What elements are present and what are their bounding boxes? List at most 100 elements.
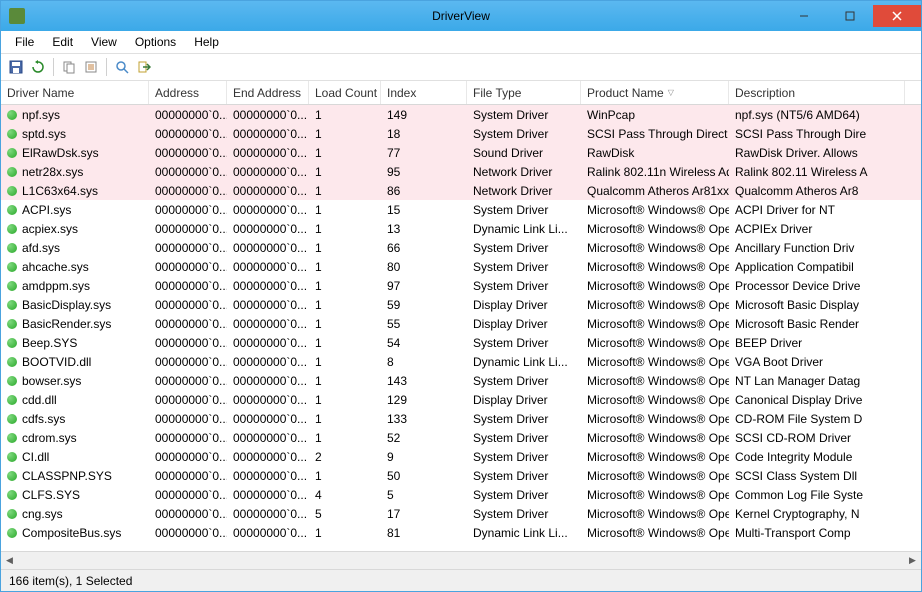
table-row[interactable]: CompositeBus.sys00000000`0...00000000`0.… bbox=[1, 523, 921, 542]
driver-status-icon bbox=[7, 186, 17, 196]
table-row[interactable]: ACPI.sys00000000`0...00000000`0...115Sys… bbox=[1, 200, 921, 219]
minimize-button[interactable] bbox=[781, 5, 827, 27]
cell: Beep.SYS bbox=[1, 334, 149, 352]
menu-file[interactable]: File bbox=[7, 33, 42, 51]
cell: Microsoft® Windows® Oper... bbox=[581, 296, 729, 314]
scroll-left-icon[interactable]: ◀ bbox=[1, 552, 18, 569]
cell: cdd.dll bbox=[1, 391, 149, 409]
cell: Microsoft® Windows® Oper... bbox=[581, 467, 729, 485]
cell: 00000000`0... bbox=[149, 429, 227, 447]
table-row[interactable]: BasicRender.sys00000000`0...00000000`0..… bbox=[1, 314, 921, 333]
table-row[interactable]: ahcache.sys00000000`0...00000000`0...180… bbox=[1, 257, 921, 276]
table-row[interactable]: cng.sys00000000`0...00000000`0...517Syst… bbox=[1, 504, 921, 523]
cell: Microsoft® Windows® Oper... bbox=[581, 448, 729, 466]
table-row[interactable]: sptd.sys00000000`0...00000000`0...118Sys… bbox=[1, 124, 921, 143]
col-product-name[interactable]: Product Name▽ bbox=[581, 81, 729, 104]
find-icon[interactable] bbox=[113, 58, 131, 76]
table-row[interactable]: CLASSPNP.SYS00000000`0...00000000`0...15… bbox=[1, 466, 921, 485]
cell: 00000000`0... bbox=[227, 467, 309, 485]
cell: Microsoft® Windows® Oper... bbox=[581, 391, 729, 409]
cell: 00000000`0... bbox=[149, 201, 227, 219]
horizontal-scrollbar[interactable]: ◀ ▶ bbox=[1, 551, 921, 569]
table-row[interactable]: npf.sys00000000`0...00000000`0...1149Sys… bbox=[1, 105, 921, 124]
copy-icon[interactable] bbox=[60, 58, 78, 76]
window-title: DriverView bbox=[432, 9, 490, 23]
table-row[interactable]: CI.dll00000000`0...00000000`0...29System… bbox=[1, 447, 921, 466]
save-icon[interactable] bbox=[7, 58, 25, 76]
cell: 1 bbox=[309, 220, 381, 238]
table-row[interactable]: BasicDisplay.sys00000000`0...00000000`0.… bbox=[1, 295, 921, 314]
scroll-right-icon[interactable]: ▶ bbox=[904, 552, 921, 569]
cell: Network Driver bbox=[467, 163, 581, 181]
table-row[interactable]: acpiex.sys00000000`0...00000000`0...113D… bbox=[1, 219, 921, 238]
cell: 00000000`0... bbox=[227, 315, 309, 333]
toolbar-separator bbox=[106, 58, 107, 76]
titlebar[interactable]: DriverView bbox=[1, 1, 921, 31]
cell: System Driver bbox=[467, 410, 581, 428]
cell: 00000000`0... bbox=[149, 353, 227, 371]
cell: 133 bbox=[381, 410, 467, 428]
menubar: File Edit View Options Help bbox=[1, 31, 921, 53]
cell: sptd.sys bbox=[1, 125, 149, 143]
cell: CLFS.SYS bbox=[1, 486, 149, 504]
col-file-type[interactable]: File Type bbox=[467, 81, 581, 104]
table-row[interactable]: afd.sys00000000`0...00000000`0...166Syst… bbox=[1, 238, 921, 257]
col-load-count[interactable]: Load Count bbox=[309, 81, 381, 104]
driver-status-icon bbox=[7, 338, 17, 348]
cell: Microsoft® Windows® Oper... bbox=[581, 277, 729, 295]
cell: CompositeBus.sys bbox=[1, 524, 149, 542]
table-row[interactable]: netr28x.sys00000000`0...00000000`0...195… bbox=[1, 162, 921, 181]
cell: netr28x.sys bbox=[1, 163, 149, 181]
cell: System Driver bbox=[467, 106, 581, 124]
driver-status-icon bbox=[7, 528, 17, 538]
menu-view[interactable]: View bbox=[83, 33, 125, 51]
cell: Microsoft® Windows® Oper... bbox=[581, 505, 729, 523]
table-row[interactable]: CLFS.SYS00000000`0...00000000`0...45Syst… bbox=[1, 485, 921, 504]
cell: 9 bbox=[381, 448, 467, 466]
table-row[interactable]: BOOTVID.dll00000000`0...00000000`0...18D… bbox=[1, 352, 921, 371]
table-row[interactable]: ElRawDsk.sys00000000`0...00000000`0...17… bbox=[1, 143, 921, 162]
table-row[interactable]: cdrom.sys00000000`0...00000000`0...152Sy… bbox=[1, 428, 921, 447]
driver-status-icon bbox=[7, 167, 17, 177]
menu-options[interactable]: Options bbox=[127, 33, 184, 51]
cell: 00000000`0... bbox=[149, 505, 227, 523]
cell: Qualcomm Atheros Ar8 bbox=[729, 182, 905, 200]
cell: 18 bbox=[381, 125, 467, 143]
cell: 1 bbox=[309, 239, 381, 257]
col-index[interactable]: Index bbox=[381, 81, 467, 104]
cell: Microsoft® Windows® Oper... bbox=[581, 220, 729, 238]
table-row[interactable]: amdppm.sys00000000`0...00000000`0...197S… bbox=[1, 276, 921, 295]
col-description[interactable]: Description bbox=[729, 81, 905, 104]
cell: 00000000`0... bbox=[227, 372, 309, 390]
col-address[interactable]: Address bbox=[149, 81, 227, 104]
properties-icon[interactable] bbox=[82, 58, 100, 76]
cell: 00000000`0... bbox=[149, 410, 227, 428]
table-row[interactable]: bowser.sys00000000`0...00000000`0...1143… bbox=[1, 371, 921, 390]
cell: 00000000`0... bbox=[149, 524, 227, 542]
cell: npf.sys (NT5/6 AMD64) bbox=[729, 106, 905, 124]
cell: afd.sys bbox=[1, 239, 149, 257]
menu-help[interactable]: Help bbox=[186, 33, 227, 51]
cell: System Driver bbox=[467, 448, 581, 466]
cell: 00000000`0... bbox=[149, 220, 227, 238]
driver-status-icon bbox=[7, 300, 17, 310]
menu-edit[interactable]: Edit bbox=[44, 33, 81, 51]
driver-status-icon bbox=[7, 148, 17, 158]
exit-icon[interactable] bbox=[135, 58, 153, 76]
driver-status-icon bbox=[7, 357, 17, 367]
cell: Dynamic Link Li... bbox=[467, 524, 581, 542]
table-row[interactable]: cdfs.sys00000000`0...00000000`0...1133Sy… bbox=[1, 409, 921, 428]
sort-indicator-icon: ▽ bbox=[668, 88, 674, 97]
scroll-track[interactable] bbox=[18, 552, 904, 569]
driver-grid[interactable]: Driver Name Address End Address Load Cou… bbox=[1, 81, 921, 551]
table-row[interactable]: cdd.dll00000000`0...00000000`0...1129Dis… bbox=[1, 390, 921, 409]
col-driver-name[interactable]: Driver Name bbox=[1, 81, 149, 104]
refresh-icon[interactable] bbox=[29, 58, 47, 76]
driver-status-icon bbox=[7, 395, 17, 405]
table-row[interactable]: Beep.SYS00000000`0...00000000`0...154Sys… bbox=[1, 333, 921, 352]
maximize-button[interactable] bbox=[827, 5, 873, 27]
col-end-address[interactable]: End Address bbox=[227, 81, 309, 104]
table-row[interactable]: L1C63x64.sys00000000`0...00000000`0...18… bbox=[1, 181, 921, 200]
cell: System Driver bbox=[467, 125, 581, 143]
close-button[interactable] bbox=[873, 5, 921, 27]
